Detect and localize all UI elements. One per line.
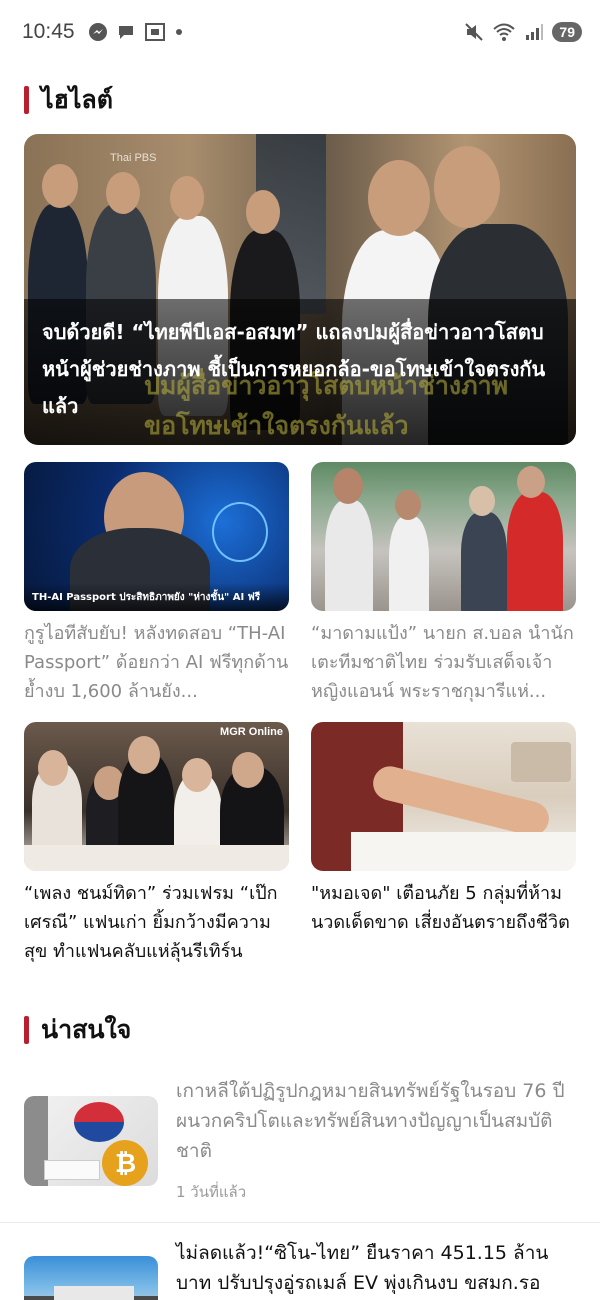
status-bar: 10:45 79 — [0, 0, 600, 68]
news-card[interactable]: "หมอเจด" เตือนภัย 5 กลุ่มที่ห้ามนวดเด็ดข… — [311, 722, 576, 966]
interesting-title: น่าสนใจ — [41, 1015, 132, 1044]
news-card-image: MGR Online — [24, 722, 289, 871]
news-card-image: TH-AI Passport ประสิทธิภาพยัง "ห่างชั้น"… — [24, 462, 289, 611]
highlights-title: ไฮไลต์ — [41, 85, 113, 114]
news-card-title: กูรูไอทีสับยับ! หลังทดสอบ “TH-AI Passpor… — [24, 623, 289, 702]
signal-icon — [526, 24, 544, 40]
bitcoin-icon: ₿ — [115, 1148, 137, 1178]
news-card-image-caption: TH-AI Passport ประสิทธิภาพยัง "ห่างชั้น"… — [32, 592, 261, 603]
chat-icon — [119, 26, 133, 39]
list-item[interactable]: ไม่ลดแล้ว!“ซิโน-ไทย” ยืนราคา 451.15 ล้าน… — [0, 1222, 600, 1300]
status-time: 10:45 — [22, 20, 75, 43]
dot-icon — [176, 29, 182, 35]
news-card-title: “มาดามแป้ง” นายก ส.บอล นำนักเตะทีมชาติไท… — [311, 623, 574, 702]
wifi-icon — [493, 23, 516, 41]
list-item-time: 1 วันที่แล้ว — [176, 1183, 247, 1201]
news-card[interactable]: MGR Online “เพลง ชนม์ทิดา” ร่วมเฟรม “เป๊… — [24, 722, 289, 966]
status-left-icons — [88, 22, 184, 42]
list-item-title: เกาหลีใต้ปฏิรูปกฎหมายสินทรัพย์รัฐในรอบ 7… — [176, 1080, 565, 1162]
news-card[interactable]: “มาดามแป้ง” นายก ส.บอล นำนักเตะทีมชาติไท… — [311, 462, 576, 706]
mute-icon — [465, 23, 484, 41]
list-item-title: ไม่ลดแล้ว!“ซิโน-ไทย” ยืนราคา 451.15 ล้าน… — [176, 1242, 549, 1294]
highlights-section-header: ไฮไลต์ — [24, 80, 113, 120]
interesting-section-header: น่าสนใจ — [24, 1010, 131, 1050]
news-card[interactable]: TH-AI Passport ประสิทธิภาพยัง "ห่างชั้น"… — [24, 462, 289, 706]
section-accent-bar — [24, 86, 29, 114]
thaipbs-logo-text: Thai PBS — [110, 152, 157, 164]
screenshot-icon — [145, 23, 165, 41]
news-card-title: “เพลง ชนม์ทิดา” ร่วมเฟรม “เป๊ก เศรณี” แฟ… — [24, 883, 278, 962]
list-item-thumbnail: ₿ — [24, 1096, 158, 1186]
mgr-logo-text: MGR Online — [220, 726, 283, 738]
news-card-image — [311, 462, 576, 611]
status-right-icons: 79 — [464, 22, 582, 42]
messenger-icon — [89, 23, 107, 41]
news-card-image — [311, 722, 576, 871]
section-accent-bar — [24, 1016, 29, 1044]
news-card-title: "หมอเจด" เตือนภัย 5 กลุ่มที่ห้ามนวดเด็ดข… — [311, 883, 570, 933]
hero-headline: จบด้วยดี! “ไทยพีบีเอส-อสมท” แถลงปมผู้สื่… — [42, 320, 546, 418]
battery-indicator: 79 — [552, 22, 582, 42]
list-item-thumbnail — [24, 1256, 158, 1300]
hero-news-card[interactable]: Thai PBS ปมผู้สื่อข่าวอาวุโสตบหน้าช่างภา… — [24, 134, 576, 445]
list-item[interactable]: ₿ เกาหลีใต้ปฏิรูปกฎหมายสินทรัพย์รัฐในรอบ… — [0, 1076, 600, 1222]
